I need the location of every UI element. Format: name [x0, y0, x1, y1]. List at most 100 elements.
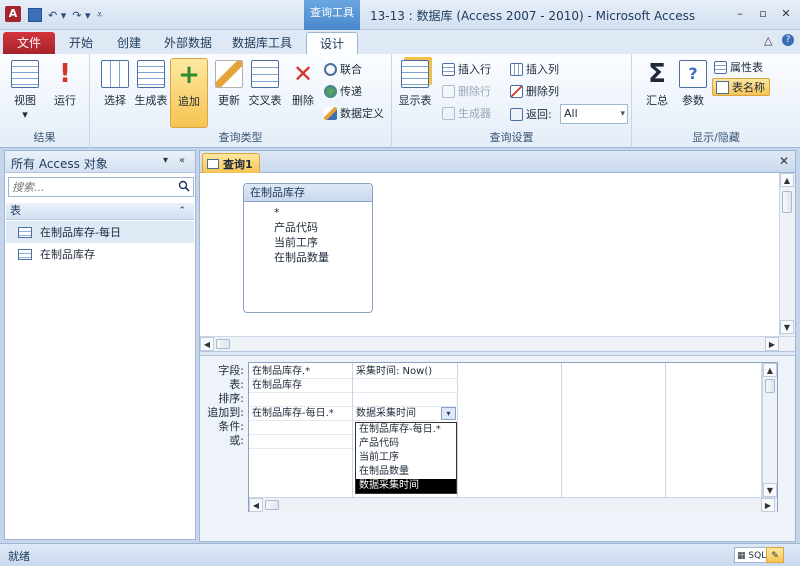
scroll-down-icon[interactable]: ▼ [763, 483, 777, 497]
field-list-item[interactable]: * [244, 205, 372, 220]
nav-menu-chevron-icon[interactable]: ▾ [163, 155, 168, 166]
property-sheet-button[interactable]: 属性表 [714, 58, 763, 76]
run-button[interactable]: ! 运行 [46, 58, 84, 124]
grid-cell-sort[interactable] [353, 393, 457, 407]
tab-create[interactable]: 创建 [110, 32, 148, 54]
builder-button[interactable]: 生成器 [442, 104, 491, 122]
parameters-button[interactable]: ? 参数 [674, 58, 712, 124]
scroll-left-icon[interactable]: ◀ [200, 337, 214, 351]
delete-columns-button[interactable]: 删除列 [510, 82, 559, 100]
tab-query1[interactable]: 查询1 [202, 153, 260, 173]
table-pane-vertical-scrollbar[interactable]: ▲ ▼ [779, 173, 795, 336]
grid-cell-append-to[interactable]: 数据采集时间 [353, 407, 437, 421]
scroll-down-icon[interactable]: ▼ [780, 320, 794, 334]
scroll-thumb[interactable] [216, 339, 230, 349]
document-tab-bar: 查询1 ✕ [200, 151, 795, 173]
dropdown-option-selected[interactable]: 数据采集时间 [356, 479, 456, 493]
table-names-button[interactable]: 表名称 [712, 78, 770, 96]
show-table-button[interactable]: 显示表 [396, 58, 434, 124]
close-window-button[interactable]: ✕ [776, 6, 796, 22]
run-exclamation-icon: ! [59, 59, 71, 89]
append-query-button[interactable]: + 追加 [170, 58, 208, 128]
nav-item-wip[interactable]: 在制品库存 [6, 243, 194, 265]
tab-database-tools[interactable]: 数据库工具 [228, 32, 296, 54]
dropdown-option[interactable]: 产品代码 [356, 437, 456, 451]
restore-button[interactable]: ▫ [753, 6, 773, 22]
select-query-button[interactable]: 选择 [96, 58, 134, 124]
insert-columns-button[interactable]: 插入列 [510, 60, 559, 78]
tab-home[interactable]: 开始 [62, 32, 100, 54]
shutter-bar-close-icon[interactable]: « [179, 155, 185, 166]
minimize-ribbon-icon[interactable]: △ [764, 34, 772, 47]
tab-design[interactable]: 设计 [306, 32, 358, 54]
grid-cell-table[interactable]: 在制品库存 [249, 379, 352, 393]
save-icon[interactable] [28, 8, 42, 22]
scroll-thumb[interactable] [265, 500, 279, 510]
append-to-dropdown-button[interactable]: ▾ [441, 407, 456, 420]
dropdown-option[interactable]: 在制品数量 [356, 465, 456, 479]
grid-cell-field[interactable]: 采集时间: Now() [353, 365, 457, 379]
table-pane-horizontal-scrollbar[interactable]: ◀ ▶ [200, 336, 795, 351]
grid-cell-or[interactable] [249, 435, 352, 449]
customize-qat-icon[interactable]: ⩡ [97, 8, 103, 22]
nav-search-box [8, 177, 194, 197]
passthrough-query-button[interactable]: 传递 [324, 82, 362, 100]
tab-file[interactable]: 文件 [3, 32, 55, 54]
make-table-button[interactable]: 生成表 [132, 58, 170, 124]
return-value-combo[interactable]: All ▾ [560, 104, 628, 124]
table-icon [18, 226, 32, 238]
field-list-item[interactable]: 当前工序 [244, 235, 372, 250]
data-definition-button[interactable]: 数据定义 [324, 104, 384, 122]
search-icon[interactable] [178, 180, 190, 192]
redo-icon[interactable]: ↷ ▾ [72, 9, 90, 22]
globe-icon [324, 84, 337, 98]
nav-search-input[interactable] [9, 178, 169, 196]
access-app-icon[interactable]: A [5, 6, 21, 22]
dropdown-option[interactable]: 当前工序 [356, 451, 456, 465]
grid-cell-criteria[interactable] [249, 421, 352, 435]
grid-cell-field[interactable]: 在制品库存.* [249, 365, 352, 379]
results-group: 视图 ▾ ! 运行 结果 [0, 54, 90, 148]
grid-cell-table[interactable] [353, 379, 457, 393]
field-list-wip[interactable]: 在制品库存 * 产品代码 当前工序 在制品数量 [243, 183, 373, 313]
undo-icon[interactable]: ↶ ▾ [48, 9, 66, 22]
scroll-thumb[interactable] [782, 191, 792, 213]
delete-query-button[interactable]: ✕ 删除 [284, 58, 322, 124]
nav-group-tables[interactable]: 表 ⌃ [6, 203, 194, 220]
grid-vertical-scrollbar[interactable]: ▲ ▼ [762, 363, 777, 499]
grid-horizontal-scrollbar[interactable]: ◀ ▶ [249, 497, 777, 512]
scroll-thumb[interactable] [765, 379, 775, 393]
design-grid-row-labels: 字段: 表: 排序: 追加到: 条件: 或: [200, 364, 244, 448]
totals-button[interactable]: Σ 汇总 [638, 58, 676, 124]
tab-external-data[interactable]: 外部数据 [158, 32, 218, 54]
delete-rows-button[interactable]: 删除行 [442, 82, 491, 100]
grid-cell-sort[interactable] [249, 393, 352, 407]
scroll-up-icon[interactable]: ▲ [763, 363, 777, 377]
field-list-title[interactable]: 在制品库存 [244, 184, 372, 202]
scroll-right-icon[interactable]: ▶ [765, 337, 779, 351]
union-query-button[interactable]: 联合 [324, 60, 362, 78]
scroll-up-icon[interactable]: ▲ [780, 173, 794, 187]
scroll-left-icon[interactable]: ◀ [249, 498, 263, 512]
grid-column-3[interactable] [458, 363, 562, 499]
update-query-button[interactable]: 更新 [210, 58, 248, 124]
help-icon[interactable]: ? [782, 34, 794, 46]
minimize-button[interactable]: – [730, 6, 750, 22]
grid-cell-append-to[interactable]: 在制品库存-每日.* [249, 407, 352, 421]
view-button[interactable]: 视图 ▾ [6, 58, 44, 124]
field-list-item[interactable]: 产品代码 [244, 220, 372, 235]
nav-pane-header[interactable]: 所有 Access 对象 ▾ « [5, 151, 195, 173]
sql-view-button[interactable]: ▦ SQL [734, 547, 770, 563]
close-document-icon[interactable]: ✕ [779, 154, 789, 168]
crosstab-query-button[interactable]: 交叉表 [246, 58, 284, 124]
grid-column-4[interactable] [562, 363, 666, 499]
nav-item-wip-daily[interactable]: 在制品库存-每日 [6, 221, 194, 243]
design-view-button[interactable]: ✎ [766, 547, 784, 563]
dropdown-option[interactable]: 在制品库存-每日.* [356, 423, 456, 437]
grid-column-5[interactable] [666, 363, 762, 499]
query-type-group-label: 查询类型 [218, 131, 263, 144]
results-group-label: 结果 [33, 131, 56, 144]
scroll-right-icon[interactable]: ▶ [761, 498, 775, 512]
insert-rows-button[interactable]: 插入行 [442, 60, 491, 78]
field-list-item[interactable]: 在制品数量 [244, 250, 372, 265]
